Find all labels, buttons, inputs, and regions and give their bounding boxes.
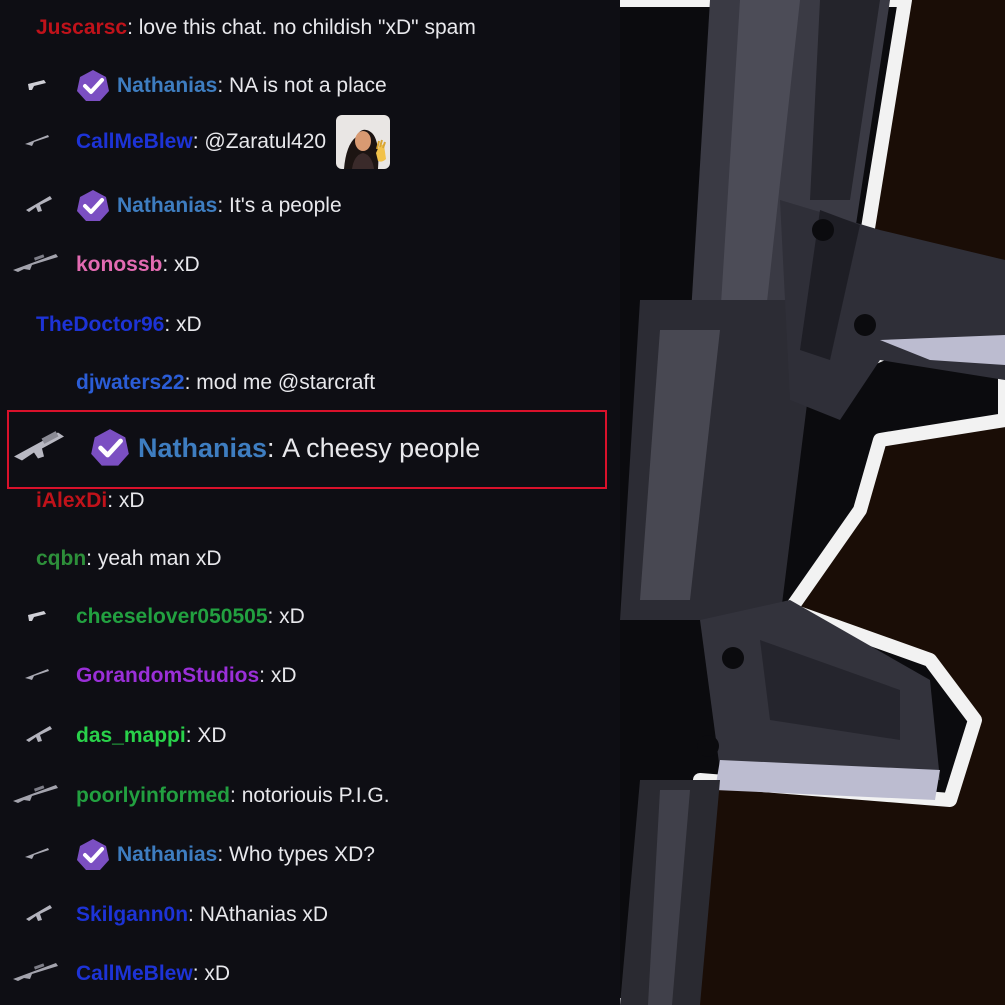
chat-username[interactable]: Nathanias	[117, 843, 217, 867]
username-separator: :	[188, 903, 200, 926]
chat-message-text: XD	[197, 724, 227, 747]
username-separator: :	[86, 547, 98, 570]
username-separator: :	[217, 194, 230, 217]
chat-message-text: NAthanias xD	[199, 903, 329, 926]
username-separator: :	[127, 16, 139, 39]
chat-message-text: yeah man xD	[97, 547, 222, 570]
chat-username[interactable]: GorandomStudios	[76, 664, 259, 688]
chat-message-text: love this chat. no childish "xD" spam	[138, 16, 476, 39]
chat-message: Juscarsc: love this chat. no childish "x…	[0, 8, 620, 48]
message-content: TheDoctor96: xD	[36, 313, 202, 337]
chat-message: GorandomStudios: xD	[0, 656, 620, 696]
chat-message-text: It's a people	[229, 194, 342, 217]
chat-username[interactable]: CallMeBlew	[76, 130, 193, 154]
chat-message-text: NA is not a place	[229, 74, 387, 97]
chat-username[interactable]: Nathanias	[117, 74, 217, 98]
pistol-icon	[26, 74, 48, 98]
rifle-icon	[24, 843, 50, 867]
chat-message: CallMeBlew: @Zaratul420	[0, 115, 620, 169]
username-separator: :	[217, 843, 230, 866]
rifle-icon	[24, 664, 50, 688]
username-separator: :	[267, 605, 280, 628]
message-content: CallMeBlew: @Zaratul420	[76, 115, 391, 169]
chat-username[interactable]: iAlexDi	[36, 489, 107, 513]
sniper-icon	[12, 959, 60, 989]
chat-username[interactable]: Nathanias	[117, 194, 217, 218]
username-separator: :	[259, 664, 271, 687]
username-separator: :	[185, 724, 198, 747]
message-content: das_mappi: XD	[76, 724, 227, 748]
chat-message: poorlyinformed: notoriouis P.I.G.	[0, 776, 620, 816]
chat-message-text: Who types XD?	[229, 843, 375, 866]
chat-username[interactable]: konossb	[76, 253, 162, 277]
message-content: iAlexDi: xD	[36, 489, 145, 513]
chat-username[interactable]: CallMeBlew	[76, 962, 193, 986]
moderator-badge-icon	[76, 69, 110, 103]
username-separator: :	[184, 371, 197, 394]
pistol-icon	[26, 605, 48, 629]
chat-message: cqbn: yeah man xD	[0, 539, 620, 579]
message-content: CallMeBlew: xD	[76, 962, 230, 986]
chat-message: Nathanias: NA is not a place	[0, 66, 620, 106]
chat-message: djwaters22: mod me @starcraft	[0, 363, 620, 403]
chat-username[interactable]: djwaters22	[76, 371, 185, 395]
chat-message: CallMeBlew: xD	[0, 954, 620, 994]
username-separator: :	[192, 130, 205, 153]
chat-username[interactable]: TheDoctor96	[36, 313, 164, 337]
waving-woman-emote	[336, 115, 391, 169]
chat-panel: Juscarsc: love this chat. no childish "x…	[0, 0, 620, 1005]
message-content: cheeselover050505: xD	[76, 605, 305, 629]
message-content: konossb: xD	[76, 253, 200, 277]
chat-message: konossb: xD	[0, 245, 620, 285]
chat-message: Nathanias: It's a people	[0, 186, 620, 226]
chat-username[interactable]: Skilgann0n	[76, 903, 188, 927]
message-content: djwaters22: mod me @starcraft	[76, 371, 375, 395]
chat-message-text: xD	[174, 253, 200, 276]
sniper-icon	[12, 781, 60, 811]
message-content: Skilgann0n: NAthanias xD	[76, 903, 328, 927]
moderator-badge-icon	[76, 838, 110, 872]
smg-icon	[24, 901, 54, 929]
rifle-icon	[24, 130, 50, 154]
chat-message: TheDoctor96: xD	[0, 305, 620, 345]
message-content: Juscarsc: love this chat. no childish "x…	[36, 16, 476, 40]
smg-icon	[24, 722, 54, 750]
chat-message-text: xD	[279, 605, 305, 628]
message-content: Nathanias: NA is not a place	[76, 69, 387, 103]
sniper-icon	[12, 250, 60, 280]
message-content: poorlyinformed: notoriouis P.I.G.	[76, 784, 390, 808]
chat-message-text: xD	[176, 313, 202, 336]
chat-message-text: xD	[270, 664, 297, 687]
message-content: cqbn: yeah man xD	[36, 547, 222, 571]
chat-username[interactable]: poorlyinformed	[76, 784, 230, 808]
chat-username[interactable]: Juscarsc	[36, 16, 127, 40]
chat-message-text: @Zaratul420	[204, 130, 327, 153]
username-separator: :	[164, 313, 177, 336]
highlight-annotation-box	[7, 410, 607, 489]
username-separator: :	[230, 784, 242, 807]
chat-message-text: xD	[118, 489, 145, 512]
username-separator: :	[162, 253, 175, 276]
chat-message-text: mod me @starcraft	[196, 371, 376, 394]
username-separator: :	[217, 74, 230, 97]
chat-message: Skilgann0n: NAthanias xD	[0, 895, 620, 935]
message-content: Nathanias: It's a people	[76, 189, 342, 223]
message-content: Nathanias: Who types XD?	[76, 838, 375, 872]
chat-message: Nathanias: Who types XD?	[0, 835, 620, 875]
chat-message: das_mappi: XD	[0, 716, 620, 756]
chat-username[interactable]: das_mappi	[76, 724, 186, 748]
smg-icon	[24, 192, 54, 220]
moderator-badge-icon	[76, 189, 110, 223]
username-separator: :	[107, 489, 119, 512]
chat-message: cheeselover050505: xD	[0, 597, 620, 637]
chat-message-text: notoriouis P.I.G.	[241, 784, 390, 807]
username-separator: :	[192, 962, 205, 985]
message-content: GorandomStudios: xD	[76, 664, 297, 688]
chat-username[interactable]: cqbn	[36, 547, 86, 571]
chat-message-text: xD	[204, 962, 231, 985]
chat-username[interactable]: cheeselover050505	[76, 605, 268, 629]
